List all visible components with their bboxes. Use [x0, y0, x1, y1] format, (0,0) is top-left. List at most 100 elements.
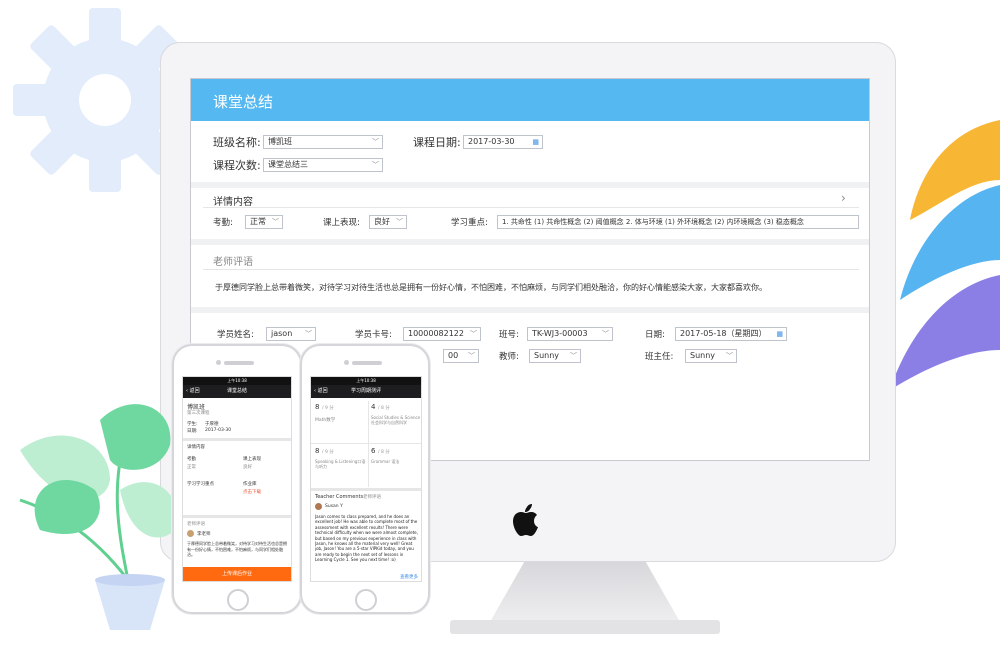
calendar-icon: ▦ — [776, 330, 783, 338]
divider — [368, 401, 369, 487]
class-select[interactable]: TK-WJ3-00003 ﹀ — [527, 327, 613, 341]
divider — [203, 269, 859, 270]
avatar — [187, 530, 194, 537]
student-name-label: 学员姓名: — [217, 330, 254, 340]
calendar-icon: ▦ — [532, 138, 539, 146]
performance: 良好 — [243, 465, 252, 470]
lesson-label: 课程次数: — [213, 159, 261, 172]
details-title: 详情内容 — [187, 445, 205, 450]
home-button[interactable] — [355, 589, 377, 611]
date-label: 日期: — [187, 429, 198, 434]
student-name-select[interactable]: jason ﹀ — [266, 327, 316, 341]
performance-select[interactable]: 良好 ﹀ — [369, 215, 407, 229]
date-input[interactable]: 2017-05-18（星期四） ▦ — [675, 327, 787, 341]
divider — [311, 488, 421, 491]
course-date-input[interactable]: 2017-03-30 ▦ — [463, 135, 543, 149]
score-card: 4 / 8 分 Social Studies & Science社会科学与自然科… — [371, 403, 421, 443]
section-divider — [191, 307, 869, 313]
section-divider — [191, 182, 869, 188]
performance-label: 课上表现: — [323, 218, 360, 228]
back-label: 返回 — [317, 388, 328, 394]
score-max: / 8 分 — [378, 406, 390, 411]
head-teacher-value: Sunny — [690, 351, 716, 360]
chevron-down-icon: ﹀ — [602, 330, 609, 338]
student-label: 学生: — [187, 422, 198, 427]
student-name: 于厚德 — [205, 422, 219, 427]
partial-select[interactable]: 00 ﹀ — [443, 349, 479, 363]
lesson: 第三次课程 — [187, 411, 210, 416]
card-value: 10000082122 — [408, 329, 464, 338]
monitor-stand — [490, 562, 680, 622]
head-teacher-select[interactable]: Sunny ﹀ — [685, 349, 737, 363]
avatar — [315, 503, 322, 510]
homework-status[interactable]: 点击下载 — [243, 489, 261, 495]
card-select[interactable]: 10000082122 ﹀ — [403, 327, 481, 341]
class-label: 班号: — [499, 330, 519, 340]
chevron-down-icon: ﹀ — [396, 218, 403, 226]
chevron-down-icon: ﹀ — [468, 352, 475, 360]
chevron-down-icon: ﹀ — [570, 352, 577, 360]
teacher-name: Susan Y — [325, 504, 343, 509]
camera — [344, 360, 349, 365]
divider — [311, 443, 421, 444]
monitor-base — [450, 620, 720, 634]
chevron-down-icon: ﹀ — [305, 330, 312, 338]
apple-logo-icon — [513, 504, 538, 536]
nav-bar: ‹ 返回 课堂总结 — [183, 385, 291, 398]
teacher-select[interactable]: Sunny ﹀ — [529, 349, 581, 363]
upload-homework-button[interactable]: 上传课后作业 — [183, 567, 291, 581]
home-button[interactable] — [227, 589, 249, 611]
chevron-down-icon: ﹀ — [272, 218, 279, 226]
details-title: 详情内容 — [213, 197, 253, 208]
score-max: / 9 分 — [322, 406, 334, 411]
nav-title: 学习周期测评 — [350, 388, 381, 394]
course-date-label: 课程日期: — [413, 136, 461, 149]
status-bar: 上午10:38 — [311, 377, 421, 385]
performance-value: 良好 — [374, 217, 390, 226]
score-card: 8 / 9 分 Speaking & Listening口语与听力 — [315, 447, 367, 487]
camera — [216, 360, 221, 365]
back-button[interactable]: ‹ 返回 — [186, 385, 200, 398]
score-subject: Math数学 — [315, 418, 336, 423]
class-name-select[interactable]: 博凯班 ﹀ — [263, 135, 383, 149]
score-value: 8 — [315, 447, 320, 455]
phone-1: 上午10:38 ‹ 返回 课堂总结 博凯班 第三次课程 学生: 于厚德 日期: … — [172, 344, 302, 614]
attendance-label: 考勤 — [187, 457, 196, 462]
teacher-label: 教师: — [499, 352, 519, 362]
divider — [183, 438, 291, 441]
comment-text: Jason comes to class prepared, and he do… — [315, 514, 418, 563]
score-subject: Social Studies & Science社会科学与自然科学 — [371, 415, 421, 425]
class-value: TK-WJ3-00003 — [532, 329, 588, 338]
course-date-value: 2017-03-30 — [468, 137, 515, 146]
score-subject: Grammar 语法 — [371, 459, 400, 464]
focus-field[interactable]: 1. 共命性 (1) 共命性概念 (2) 阈值概念 2. 体与环境 (1) 外环… — [497, 215, 859, 229]
score-value: 8 — [315, 403, 320, 411]
card-label: 学员卡号: — [355, 330, 392, 340]
focus-label: 学习重点: — [451, 218, 488, 228]
nav-bar: ‹ 返回 学习周期测评 — [311, 385, 421, 398]
speaker — [224, 361, 254, 365]
score-card: 6 / 8 分 Grammar 语法 — [371, 447, 421, 487]
performance-label: 课上表现 — [243, 457, 261, 462]
more-link[interactable]: 查看更多 — [400, 574, 418, 580]
date-value: 2017-05-18（星期四） — [680, 329, 767, 338]
lesson-select[interactable]: 课堂总结三 ﹀ — [263, 158, 383, 172]
focus-value: 1. 共命性 (1) 共命性概念 (2) 阈值概念 2. 体与环境 (1) 外环… — [502, 218, 804, 226]
comment-title: 老师评语 — [187, 522, 205, 527]
section-divider — [191, 239, 869, 245]
focus-label: 学习学习重点 — [187, 482, 214, 487]
score-max: / 8 分 — [378, 450, 390, 455]
plant-illustration — [19, 404, 177, 630]
divider — [183, 515, 291, 518]
teacher-comment-text: 于厚德同学脸上总带着微笑，对待学习对待生活也总是拥有一份好心情，不怕困难，不怕麻… — [215, 283, 767, 292]
head-teacher-label: 班主任: — [645, 352, 674, 362]
phone-2: 上午10:38 ‹ 返回 学习周期测评 8 / 9 分 Math数学 4 / 8… — [300, 344, 430, 614]
back-label: 返回 — [189, 388, 200, 394]
back-button[interactable]: ‹ 返回 — [314, 385, 328, 398]
color-leaves-illustration — [890, 120, 1000, 390]
chevron-down-icon: ﹀ — [470, 330, 477, 338]
date: 2017-03-30 — [205, 428, 232, 433]
comment-text: 于厚德同学脸上总带着微笑，对待学习对待生活也总是拥有一份好心情，不怕困难，不怕麻… — [187, 541, 287, 557]
chevron-right-icon[interactable]: › — [841, 191, 846, 205]
attendance-select[interactable]: 正常 ﹀ — [245, 215, 283, 229]
